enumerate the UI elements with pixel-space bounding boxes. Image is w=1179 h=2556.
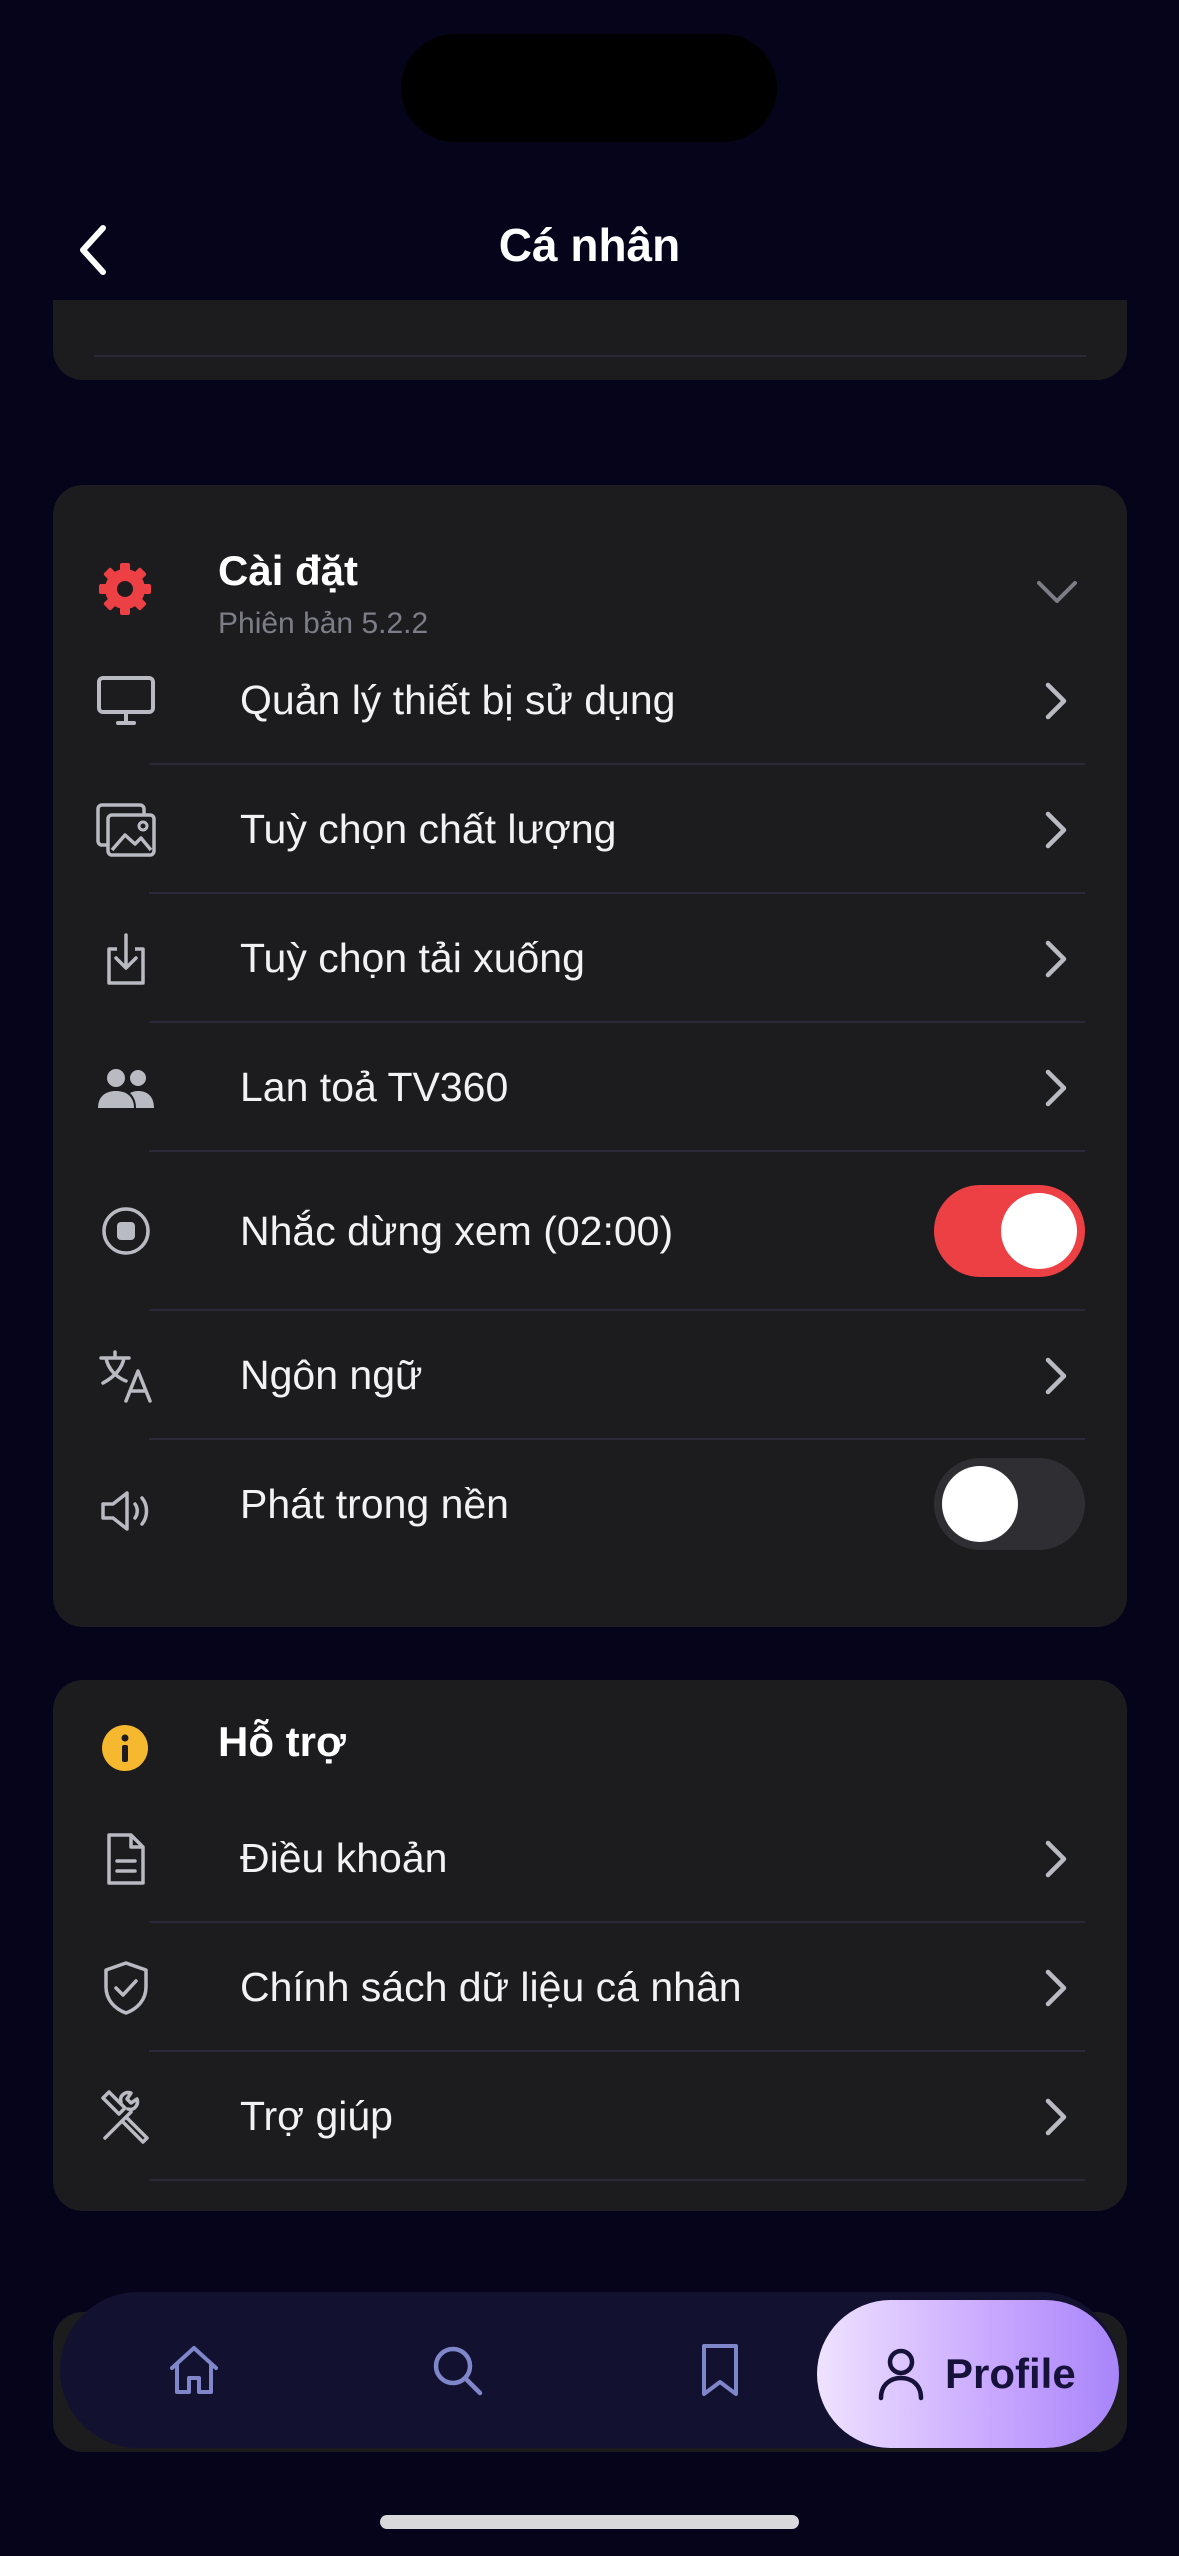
divider <box>149 2179 1085 2181</box>
settings-item-language[interactable]: Ngôn ngữ <box>95 1311 1085 1440</box>
support-item-terms[interactable]: Điều khoản <box>95 1794 1085 1923</box>
chevron-right-icon <box>1045 1840 1067 1878</box>
support-card: Hỗ trợ Điều khoản Chính sách dữ liệu cá … <box>53 1680 1127 2211</box>
support-item-privacy[interactable]: Chính sách dữ liệu cá nhân <box>95 1923 1085 2052</box>
settings-item-background-play: Phát trong nền <box>95 1440 1085 1598</box>
page-title: Cá nhân <box>498 219 681 271</box>
gear-icon <box>99 563 151 615</box>
chevron-right-icon <box>1045 811 1067 849</box>
support-header: Hỗ trợ <box>95 1680 1085 1790</box>
nav-profile[interactable]: Profile <box>817 2300 1119 2448</box>
search-icon <box>433 2346 483 2396</box>
nav-bookmark[interactable] <box>680 2330 760 2410</box>
dynamic-island <box>401 34 777 142</box>
monitor-icon <box>95 670 157 732</box>
users-icon <box>95 1057 157 1119</box>
settings-item-label: Lan toả TV360 <box>240 1064 509 1110</box>
settings-item-label: Tuỳ chọn chất lượng <box>240 806 617 852</box>
settings-item-share[interactable]: Lan toả TV360 <box>95 1023 1085 1152</box>
settings-item-quality[interactable]: Tuỳ chọn chất lượng <box>95 765 1085 894</box>
shield-check-icon <box>95 1957 157 2019</box>
home-icon <box>170 2346 218 2394</box>
chevron-right-icon <box>1045 1969 1067 2007</box>
tools-icon <box>95 2086 157 2148</box>
chevron-right-icon <box>1045 2098 1067 2136</box>
stop-reminder-toggle[interactable] <box>934 1185 1085 1277</box>
settings-item-devices[interactable]: Quản lý thiết bị sử dụng <box>95 636 1085 765</box>
background-play-toggle[interactable] <box>934 1458 1085 1550</box>
document-icon <box>95 1828 157 1890</box>
chevron-right-icon <box>1045 1069 1067 1107</box>
settings-item-label: Ngôn ngữ <box>240 1352 423 1398</box>
divider <box>94 355 1086 357</box>
settings-item-label: Quản lý thiết bị sử dụng <box>240 677 676 723</box>
settings-item-stop-reminder: Nhắc dừng xem (02:00) <box>95 1152 1085 1311</box>
support-item-label: Điều khoản <box>240 1835 448 1881</box>
settings-card: Cài đặt Phiên bản 5.2.2 Quản lý thiết bị… <box>53 485 1127 1627</box>
settings-item-download[interactable]: Tuỳ chọn tải xuống <box>95 894 1085 1023</box>
chevron-down-icon[interactable] <box>1035 577 1079 607</box>
bookmark-icon <box>702 2344 738 2396</box>
support-title: Hỗ trợ <box>218 1718 346 1765</box>
bottom-nav: Profile <box>60 2292 1119 2448</box>
toggle-knob <box>1001 1193 1077 1269</box>
image-quality-icon <box>95 799 157 861</box>
stop-circle-icon <box>95 1200 157 1262</box>
nav-search[interactable] <box>417 2330 497 2410</box>
settings-item-label: Nhắc dừng xem (02:00) <box>240 1208 674 1254</box>
nav-profile-label: Profile <box>945 2350 1076 2397</box>
chevron-right-icon <box>1045 940 1067 978</box>
settings-title: Cài đặt <box>218 547 359 594</box>
previous-section-card <box>53 300 1127 380</box>
support-item-label: Trợ giúp <box>240 2093 393 2139</box>
info-icon <box>102 1725 148 1771</box>
chevron-right-icon <box>1045 682 1067 720</box>
settings-item-label: Tuỳ chọn tải xuống <box>240 935 585 981</box>
translate-icon <box>95 1345 157 1407</box>
chevron-right-icon <box>1045 1357 1067 1395</box>
settings-item-label: Phát trong nền <box>240 1481 509 1527</box>
settings-header[interactable]: Cài đặt Phiên bản 5.2.2 <box>95 515 1085 640</box>
support-item-help[interactable]: Trợ giúp <box>95 2052 1085 2181</box>
nav-home[interactable] <box>154 2330 234 2410</box>
home-indicator[interactable] <box>380 2515 799 2529</box>
download-icon <box>95 928 157 990</box>
user-icon <box>878 2348 924 2401</box>
speaker-icon <box>95 1480 157 1542</box>
toggle-knob <box>942 1466 1018 1542</box>
support-item-label: Chính sách dữ liệu cá nhân <box>240 1964 742 2010</box>
